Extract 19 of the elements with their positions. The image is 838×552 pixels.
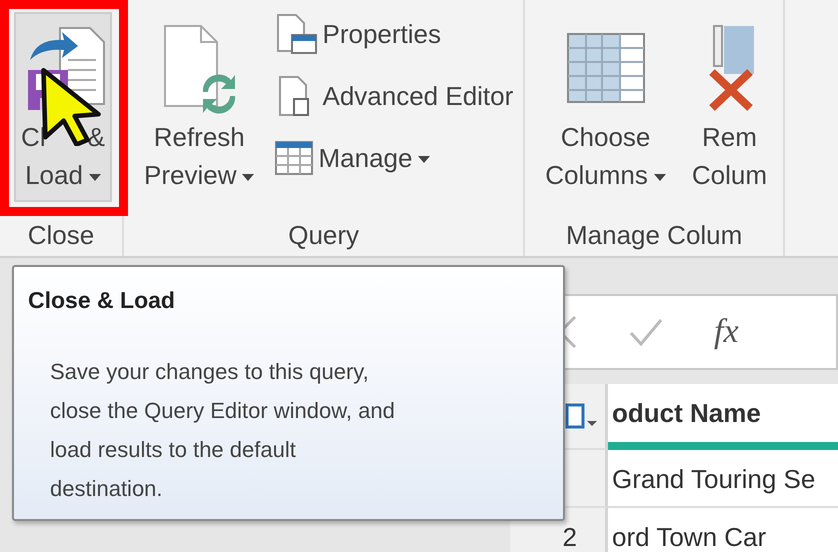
ribbon-button[interactable]: Choose Columns [539, 12, 672, 202]
table-cell: Grand Touring Se [612, 464, 816, 494]
ribbon-button[interactable]: Properties [274, 6, 514, 62]
group-label: Close [26, 219, 96, 252]
column-type-icon[interactable] [565, 401, 599, 431]
ribbon-button[interactable]: Refresh Preview [138, 12, 260, 202]
table-icon [274, 140, 314, 176]
function-button[interactable]: fx [714, 313, 739, 351]
group-label: Manage Colum [564, 219, 744, 252]
ribbon-button[interactable]: Advanced Editor [274, 68, 514, 124]
document-table-icon [274, 13, 318, 55]
ribbon-button[interactable]: Rem Colum [686, 12, 774, 202]
tooltip-title: Close & Load [28, 287, 175, 314]
column-header[interactable]: oduct Name [608, 384, 838, 450]
tooltip-text: Save your changes to this query, close the Query Editor window, and load results to the default destination. [50, 358, 396, 503]
table-cell: ord Town Car [612, 522, 766, 552]
ribbon-button[interactable]: Manage [274, 130, 514, 186]
group-label: Query [287, 219, 360, 252]
table-columns-icon [566, 32, 646, 104]
